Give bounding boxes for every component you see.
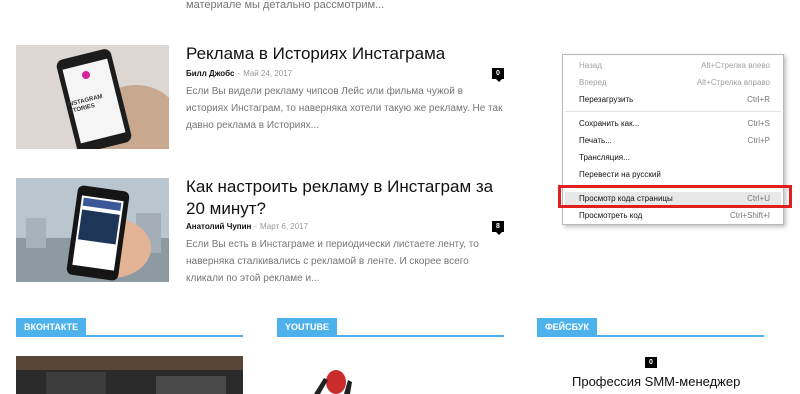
article-title[interactable]: Как настроить рекламу в Инстаграм за 20 … bbox=[186, 176, 511, 220]
article-author[interactable]: Анатолий Чупин bbox=[186, 222, 251, 231]
menu-item-shortcut: Ctrl+S bbox=[747, 119, 770, 128]
article-date: Май 24, 2017 bbox=[243, 69, 293, 78]
menu-item-print[interactable]: Печать... Ctrl+P bbox=[579, 134, 770, 148]
menu-item-label: Перезагрузить bbox=[579, 95, 634, 104]
article-meta: Билл Джобс - Май 24, 2017 bbox=[186, 69, 293, 78]
block-title-youtube: YOUTUBE bbox=[277, 317, 504, 337]
menu-separator bbox=[565, 111, 781, 112]
article-date: Март 6, 2017 bbox=[260, 222, 309, 231]
youtube-video-thumbnail[interactable] bbox=[300, 364, 360, 394]
menu-item-label: Вперед bbox=[579, 78, 607, 87]
article-excerpt: Если Вы есть в Инстаграме и периодически… bbox=[186, 239, 479, 284]
comment-count-badge[interactable]: 0 bbox=[492, 68, 504, 82]
block-title-vkontakte: ВКОНТАКТЕ bbox=[16, 317, 243, 337]
menu-item-translate[interactable]: Перевести на русский bbox=[579, 168, 770, 182]
block-title-label[interactable]: ВКОНТАКТЕ bbox=[16, 318, 87, 336]
menu-item-label: Перевести на русский bbox=[579, 170, 661, 179]
menu-item-label: Печать... bbox=[579, 136, 612, 145]
menu-item-back[interactable]: Назад Alt+Стрелка влево bbox=[579, 59, 770, 73]
menu-item-shortcut: Ctrl+R bbox=[747, 95, 770, 104]
menu-item-label: Просмотреть код bbox=[579, 211, 643, 220]
article-author[interactable]: Билл Джобс bbox=[186, 69, 234, 78]
article-thumbnail-instagram-stories[interactable]: INSTAGRAM STORIES bbox=[16, 45, 169, 149]
menu-item-shortcut: Ctrl+Shift+I bbox=[729, 211, 770, 220]
facebook-post-title[interactable]: Профессия SMM-менеджер bbox=[572, 374, 740, 389]
annotation-highlight-box bbox=[558, 185, 792, 208]
article-title[interactable]: Реклама в Историях Инстаграма bbox=[186, 43, 516, 65]
article-excerpt: Если Вы видели рекламу чипсов Лейс или ф… bbox=[186, 86, 503, 131]
menu-item-save-as[interactable]: Сохранить как... Ctrl+S bbox=[579, 117, 770, 131]
comment-count-badge[interactable]: 8 bbox=[492, 221, 504, 235]
menu-item-inspect[interactable]: Просмотреть код Ctrl+Shift+I bbox=[579, 209, 770, 223]
block-title-label[interactable]: YOUTUBE bbox=[277, 318, 338, 336]
menu-item-shortcut: Alt+Стрелка вправо bbox=[696, 78, 770, 87]
previous-excerpt-tail: материале мы детально рассмотрим... bbox=[186, 0, 385, 11]
menu-item-label: Назад bbox=[579, 61, 602, 70]
article-meta: Анатолий Чупин - Март 6, 2017 bbox=[186, 222, 309, 231]
menu-item-shortcut: Ctrl+P bbox=[747, 136, 770, 145]
block-title-label[interactable]: ФЕЙСБУК bbox=[537, 318, 597, 336]
block-title-facebook: ФЕЙСБУК bbox=[537, 317, 764, 337]
menu-item-label: Трансляция... bbox=[579, 153, 630, 162]
vk-widget-image[interactable] bbox=[16, 356, 243, 394]
menu-item-forward[interactable]: Вперед Alt+Стрелка вправо bbox=[579, 76, 770, 90]
article-thumbnail-phone-ad[interactable] bbox=[16, 178, 169, 282]
menu-item-cast[interactable]: Трансляция... bbox=[579, 151, 770, 165]
comment-count-badge[interactable]: 0 bbox=[645, 357, 657, 368]
menu-item-shortcut: Alt+Стрелка влево bbox=[701, 61, 770, 70]
menu-item-reload[interactable]: Перезагрузить Ctrl+R bbox=[579, 93, 770, 107]
menu-item-label: Сохранить как... bbox=[579, 119, 640, 128]
